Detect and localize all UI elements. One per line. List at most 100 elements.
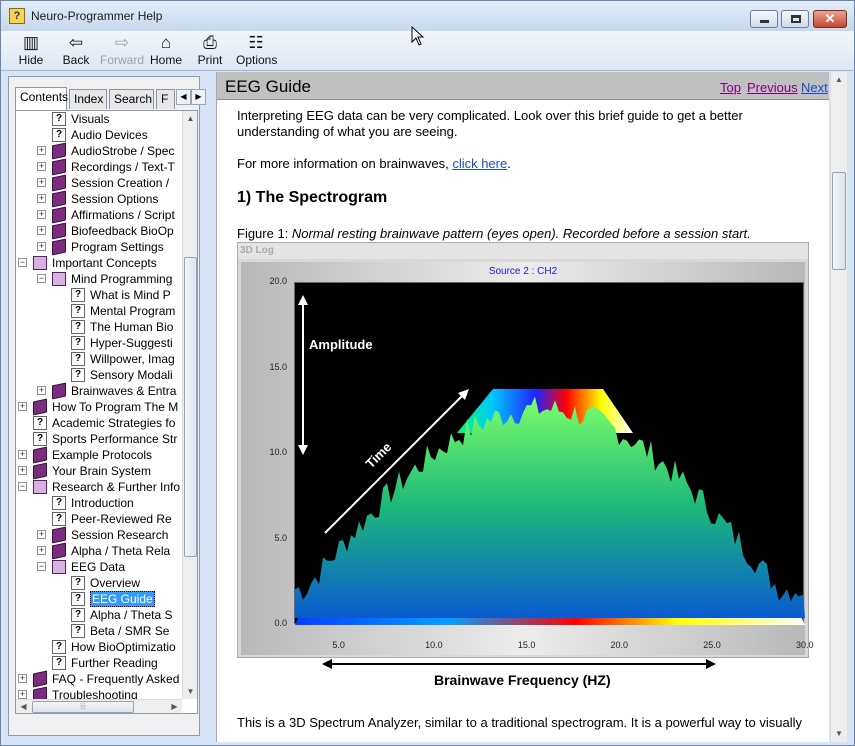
open-book-icon [33,480,47,494]
minimize-button[interactable] [750,10,778,28]
previous-link[interactable]: Previous [747,80,798,95]
tab-search[interactable]: Search [109,89,154,109]
scroll-down-icon[interactable]: ▼ [183,684,197,699]
scroll-left-icon[interactable]: ◀ [16,700,31,713]
collapse-icon[interactable]: − [37,562,46,571]
tab-scroll-right-button[interactable]: ▶ [191,89,206,105]
expand-icon[interactable]: + [37,210,46,219]
more-info-text: For more information on brainwaves, [237,156,453,171]
bottom-paragraph: This is a 3D Spectrum Analyzer, similar … [237,715,802,730]
expand-icon[interactable]: + [37,162,46,171]
expand-icon[interactable]: + [37,226,46,235]
help-app-icon: ? [9,8,25,24]
expand-icon[interactable]: + [18,690,27,699]
expand-icon[interactable]: + [37,178,46,187]
x-axis-caption: Brainwave Frequency (HZ) [434,672,611,688]
home-label: Home [150,53,183,67]
expand-icon[interactable]: + [18,466,27,475]
tree-item-label: Introduction [71,496,134,510]
top-link[interactable]: Top [720,80,741,95]
amplitude-arrowhead-up [298,295,308,305]
tab-contents[interactable]: Contents [15,87,68,110]
maximize-icon [791,15,801,23]
tree-item-label: Sports Performance Str [52,432,178,446]
expand-icon[interactable]: + [37,530,46,539]
close-icon: ✕ [824,11,836,26]
figure-caption-text: Normal resting brainwave pattern (eyes o… [291,226,751,241]
tree-item-label: AudioStrobe / Spec [71,144,175,158]
tree-item-label: Example Protocols [52,448,153,462]
contents-tree[interactable]: + Troubleshooting + FAQ - Frequently Asked?… [15,110,198,714]
help-page-icon: ? [71,352,85,366]
help-page-icon: ? [71,624,85,638]
home-button[interactable]: ⌂ Home [150,33,182,69]
closed-book-icon [52,158,66,176]
expand-icon[interactable]: + [37,386,46,395]
tree-vertical-scrollbar[interactable]: ▲ ▼ [182,111,197,699]
spectrum-ridges [295,396,805,618]
tree-item-label: Session Creation / [71,176,170,190]
collapse-icon[interactable]: − [37,274,46,283]
scroll-up-icon[interactable]: ▲ [831,72,847,88]
section-heading: 1) The Spectrogram [237,189,388,206]
scroll-up-icon[interactable]: ▲ [183,111,197,126]
tree-item-label: What is Mind P [90,288,171,302]
next-link[interactable]: Next [801,80,828,95]
figure-label: Figure 1: [237,226,292,241]
scroll-right-icon[interactable]: ▶ [167,700,182,713]
collapse-icon[interactable]: − [18,258,27,267]
scroll-thumb[interactable] [184,257,197,557]
help-page-icon: ? [71,304,85,318]
help-window: ? Neuro-Programmer Help ✕ ▥ Hide ⇦ Back … [0,0,855,746]
closed-book-icon [52,222,66,240]
closed-book-icon [33,670,47,688]
scroll-thumb[interactable] [832,172,846,270]
tab-scroll-left-button[interactable]: ◀ [176,89,191,105]
x-tick-label: 15.0 [517,640,536,650]
expand-icon[interactable]: + [37,242,46,251]
intro-line-1: Interpreting EEG data can be very compli… [237,108,743,123]
collapse-icon[interactable]: − [18,482,27,491]
expand-icon[interactable]: + [18,450,27,459]
time-label: Time [363,439,395,471]
home-icon: ⌂ [160,33,172,52]
closed-book-icon [52,542,66,560]
print-button[interactable]: ⎙ Print [197,33,223,69]
back-button[interactable]: ⇦ Back [59,33,93,69]
tree-item-label: Mental Program [90,304,176,318]
amplitude-arrowhead-down [298,445,308,455]
help-page-icon: ? [52,112,66,126]
content-vertical-scrollbar[interactable]: ▲ ▼ [830,72,847,742]
expand-icon[interactable]: + [18,402,27,411]
tree-item-label: FAQ - Frequently Asked [52,672,180,686]
figure-caption: Figure 1: Normal resting brainwave patte… [237,226,751,241]
tree-item-label: Brainwaves & Entra [71,384,177,398]
maximize-button[interactable] [781,10,809,28]
tab-favorites[interactable]: F [156,89,175,109]
scroll-thumb[interactable]: ⦙⦙⦙ [32,701,134,713]
closed-book-icon [33,462,47,480]
close-button[interactable]: ✕ [813,10,847,28]
y-tick-label: 5.0 [274,532,287,543]
expand-icon[interactable]: + [37,546,46,555]
expand-icon[interactable]: + [18,674,27,683]
closed-book-icon [52,238,66,256]
options-button[interactable]: ☷ Options [236,33,277,69]
plot-area: Source 2 : CH2 20.0 15.0 10.0 5.0 0.0 Am… [241,262,814,655]
expand-icon[interactable]: + [37,194,46,203]
print-label: Print [197,53,223,67]
tree-horizontal-scrollbar[interactable]: ◀ ⦙⦙⦙ ▶ [16,699,182,713]
plot-source-label: Source 2 : CH2 [488,266,558,277]
title-bar[interactable]: ? Neuro-Programmer Help ✕ [1,1,854,31]
closed-book-icon [33,398,47,416]
y-tick-label: 0.0 [274,618,287,628]
forward-button[interactable]: ⇨ Forward [100,33,144,69]
click-here-link[interactable]: click here [452,156,507,171]
plot-canvas: Amplitude Time [294,282,805,625]
tab-index[interactable]: Index [69,89,107,109]
hide-button[interactable]: ▥ Hide [15,33,47,69]
scroll-down-icon[interactable]: ▼ [831,726,847,742]
expand-icon[interactable]: + [37,146,46,155]
open-book-icon [33,256,47,270]
x-tick-label: 30.0 [796,640,814,650]
